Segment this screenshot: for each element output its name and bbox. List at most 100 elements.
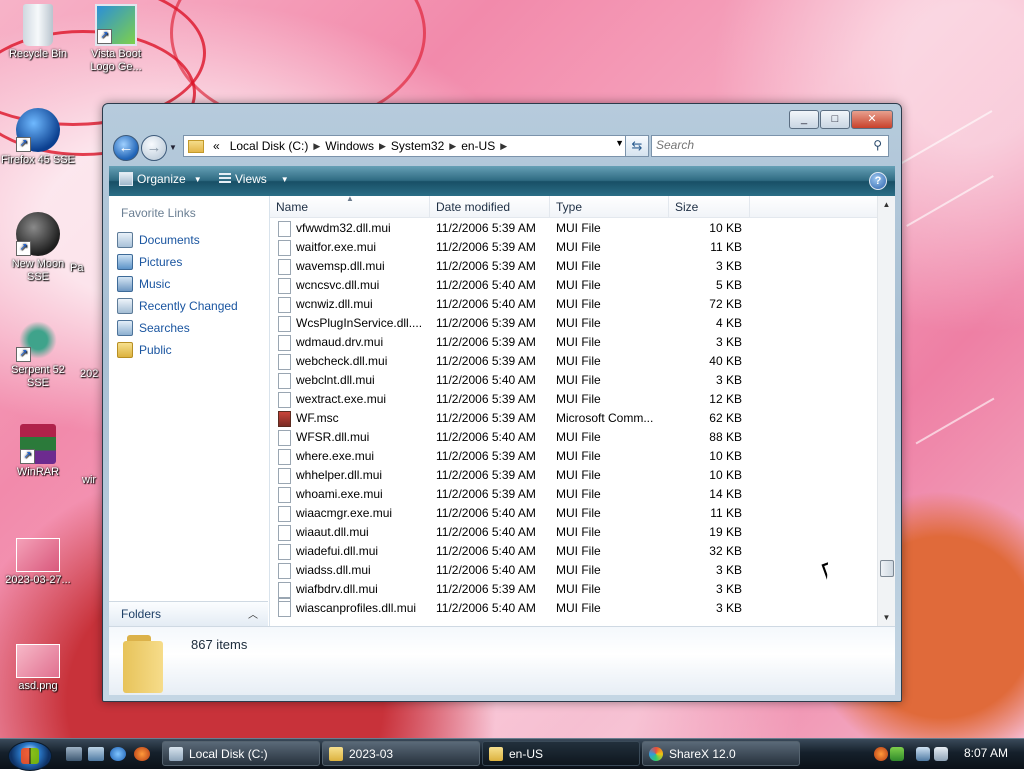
folders-toggle[interactable]: Folders ︿ <box>109 601 268 626</box>
file-size: 11 KB <box>710 240 742 254</box>
refresh-button[interactable]: ⇆ <box>625 135 649 157</box>
taskbar-button-local-disk[interactable]: Local Disk (C:) <box>162 741 320 766</box>
address-bar[interactable]: « Local Disk (C:) ▶ Windows ▶ System32 ▶… <box>183 135 629 157</box>
file-row[interactable]: wdmaud.drv.mui 11/2/2006 5:39 AM MUI File 3… <box>270 333 876 352</box>
breadcrumb-en-us[interactable]: en-US <box>456 139 500 153</box>
search-box[interactable]: ⚲ <box>651 135 889 157</box>
taskbar-button-2023-03[interactable]: 2023-03 <box>322 741 480 766</box>
file-size: 4 KB <box>715 316 742 330</box>
desktop-icon-serpent[interactable]: ↗ Serpent 52 SSE <box>0 318 76 390</box>
file-row[interactable]: vfwwdm32.dll.mui 11/2/2006 5:39 AM MUI Fil… <box>270 219 876 238</box>
network-icon[interactable] <box>916 747 930 761</box>
show-desktop-icon[interactable] <box>66 747 82 761</box>
desktop-icon-firefox[interactable]: ↗ Firefox 45 SSE <box>0 108 76 167</box>
file-row[interactable]: webcheck.dll.mui 11/2/2006 5:39 AM MUI Fil… <box>270 352 876 371</box>
organize-button[interactable]: Organize ▼ <box>119 172 202 186</box>
file-name-text: webclnt.dll.mui <box>296 373 375 387</box>
file-size: 40 KB <box>709 354 742 368</box>
file-row[interactable]: wcncsvc.dll.mui 11/2/2006 5:40 AM MUI File… <box>270 276 876 295</box>
file-row[interactable]: wiaaut.dll.mui 11/2/2006 5:40 AM MUI File 1… <box>270 523 876 542</box>
file-name: wiaaut.dll.mui <box>278 523 428 542</box>
maximize-button[interactable]: □ <box>820 110 850 129</box>
file-row[interactable]: WcsPlugInService.dll.... 11/2/2006 5:39 A… <box>270 314 876 333</box>
file-row[interactable]: wextract.exe.mui 11/2/2006 5:39 AM MUI Fil… <box>270 390 876 409</box>
recent-pages-dropdown[interactable]: ▼ <box>169 143 177 152</box>
views-button[interactable]: Views ▼ <box>219 172 289 186</box>
desktop-icon-partial[interactable]: wir <box>82 474 104 487</box>
scroll-down-icon[interactable]: ▼ <box>878 609 895 626</box>
file-name: vfwwdm32.dll.mui <box>278 219 428 238</box>
file-row[interactable]: webclnt.dll.mui 11/2/2006 5:40 AM MUI File… <box>270 371 876 390</box>
file-row[interactable]: whhelper.dll.mui 11/2/2006 5:39 AM MUI Fil… <box>270 466 876 485</box>
start-button[interactable] <box>8 741 52 771</box>
file-row[interactable]: wiafbdrv.dll.mui 11/2/2006 5:39 AM MUI Fil… <box>270 580 876 599</box>
breadcrumb-separator-icon[interactable]: ▶ <box>313 141 320 152</box>
nav-link-recently-changed[interactable]: Recently Changed <box>117 298 238 314</box>
file-name: WcsPlugInService.dll.... <box>278 314 428 333</box>
desktop-icon-screenshot-2023[interactable]: 2023-03-27... <box>0 538 76 587</box>
column-header-date[interactable]: Date modified <box>430 196 550 218</box>
scrollbar-thumb[interactable] <box>880 560 894 577</box>
sort-ascending-icon: ▲ <box>346 194 354 203</box>
desktop-icon-winrar[interactable]: ↗ WinRAR <box>0 424 76 479</box>
desktop-icon-label: New Moon SSE <box>11 258 65 283</box>
search-input[interactable] <box>652 136 856 154</box>
taskbar-button-en-us[interactable]: en-US <box>482 741 640 766</box>
search-icon[interactable]: ⚲ <box>873 138 882 152</box>
vertical-scrollbar[interactable]: ▲ ▼ <box>877 196 895 626</box>
taskbar-button-sharex[interactable]: ShareX 12.0 <box>642 741 800 766</box>
nav-link-documents[interactable]: Documents <box>117 232 200 248</box>
file-row[interactable]: wiaacmgr.exe.mui 11/2/2006 5:40 AM MUI Fil… <box>270 504 876 523</box>
column-header-name[interactable]: Name ▲ <box>270 194 430 218</box>
address-dropdown-icon[interactable]: ▼ <box>615 138 624 148</box>
volume-muted-icon[interactable] <box>934 747 948 761</box>
tray-app-icon[interactable] <box>874 747 888 761</box>
breadcrumb-separator-icon[interactable]: ▶ <box>379 141 386 152</box>
tray-check-icon[interactable] <box>890 747 904 761</box>
close-button[interactable]: ✕ <box>851 110 893 129</box>
file-row[interactable]: wiadefui.dll.mui 11/2/2006 5:40 AM MUI Fil… <box>270 542 876 561</box>
file-row[interactable]: waitfor.exe.mui 11/2/2006 5:39 AM MUI File… <box>270 238 876 257</box>
help-icon[interactable]: ? <box>869 172 887 190</box>
switch-windows-icon[interactable] <box>88 747 104 761</box>
minimize-button[interactable]: _ <box>789 110 819 129</box>
scroll-up-icon[interactable]: ▲ <box>878 196 895 213</box>
breadcrumb-overflow-chevron[interactable]: « <box>208 139 225 153</box>
nav-link-music[interactable]: Music <box>117 276 170 292</box>
breadcrumb-system32[interactable]: System32 <box>386 139 449 153</box>
file-row[interactable]: WF.msc 11/2/2006 5:39 AM Microsoft Comm...… <box>270 409 876 428</box>
file-row[interactable]: WFSR.dll.mui 11/2/2006 5:40 AM MUI File 88 … <box>270 428 876 447</box>
file-name-text: wiafbdrv.dll.mui <box>296 582 378 596</box>
nav-link-public[interactable]: Public <box>117 342 172 358</box>
breadcrumb-separator-icon[interactable]: ▶ <box>449 141 456 152</box>
breadcrumb-windows[interactable]: Windows <box>320 139 379 153</box>
column-header-size[interactable]: Size <box>669 196 750 218</box>
breadcrumb-local-disk[interactable]: Local Disk (C:) <box>225 139 314 153</box>
nav-link-searches[interactable]: Searches <box>117 320 190 336</box>
file-row[interactable]: whoami.exe.mui 11/2/2006 5:39 AM MUI File 1… <box>270 485 876 504</box>
desktop-icon-recycle-bin[interactable]: Recycle Bin <box>0 4 76 61</box>
back-button[interactable]: ← <box>113 135 139 161</box>
chevron-down-icon: ▼ <box>280 174 289 184</box>
forward-button[interactable]: → <box>141 135 167 161</box>
desktop-icon-vista-boot-logo[interactable]: ↗ Vista Boot Logo Ge... <box>78 4 154 74</box>
new-moon-icon: ↗ <box>16 212 60 256</box>
system-clock[interactable]: 8:07 AM <box>964 746 1008 760</box>
desktop-icon-label: Firefox 45 SSE <box>1 154 75 166</box>
desktop-icon-label: 2023-03-27... <box>5 574 71 586</box>
content-area: Favorite Links Documents Pictures Music … <box>109 194 895 626</box>
breadcrumb-separator-icon[interactable]: ▶ <box>500 141 507 152</box>
desktop-icon-asd-png[interactable]: asd.png <box>0 644 76 693</box>
nav-link-pictures[interactable]: Pictures <box>117 254 182 270</box>
file-date: 11/2/2006 5:40 AM <box>436 373 536 387</box>
item-count: 867 items <box>191 637 248 652</box>
desktop-icon-partial[interactable]: Pa <box>70 262 106 275</box>
file-row[interactable]: wavemsp.dll.mui 11/2/2006 5:39 AM MUI File… <box>270 257 876 276</box>
file-row[interactable]: wcnwiz.dll.mui 11/2/2006 5:40 AM MUI File 7… <box>270 295 876 314</box>
column-header-type[interactable]: Type <box>550 196 669 218</box>
internet-explorer-icon[interactable] <box>110 747 126 761</box>
firefox-quicklaunch-icon[interactable] <box>134 747 150 761</box>
file-row[interactable]: where.exe.mui 11/2/2006 5:39 AM MUI File 10… <box>270 447 876 466</box>
file-row[interactable]: wiadss.dll.mui 11/2/2006 5:40 AM MUI File 3… <box>270 561 876 580</box>
desktop-icon-new-moon[interactable]: ↗ New Moon SSE <box>0 212 76 284</box>
